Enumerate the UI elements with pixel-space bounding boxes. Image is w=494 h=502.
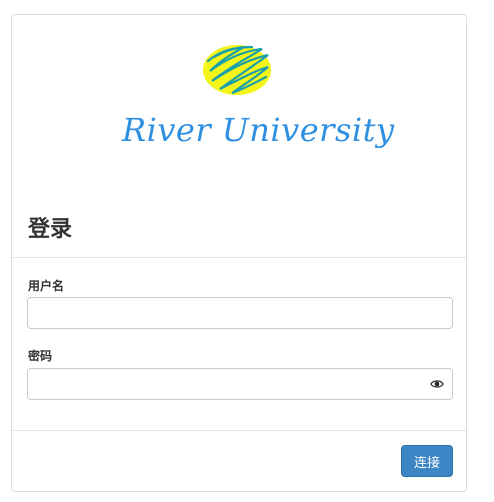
connect-button[interactable]: 连接 (401, 445, 453, 477)
logo-text: River University (122, 111, 395, 149)
login-card: River University 登录 用户名 密码 连接 (11, 14, 467, 492)
password-label: 密码 (28, 349, 53, 363)
password-input[interactable] (27, 368, 453, 400)
page-title: 登录 (28, 216, 73, 241)
logo-area: River University (12, 15, 466, 205)
username-input[interactable] (27, 297, 453, 329)
eye-icon[interactable] (430, 377, 444, 391)
username-label: 用户名 (28, 279, 65, 293)
scribble-logo-icon (203, 45, 271, 95)
footer-divider (12, 430, 466, 431)
header-divider (12, 257, 466, 258)
